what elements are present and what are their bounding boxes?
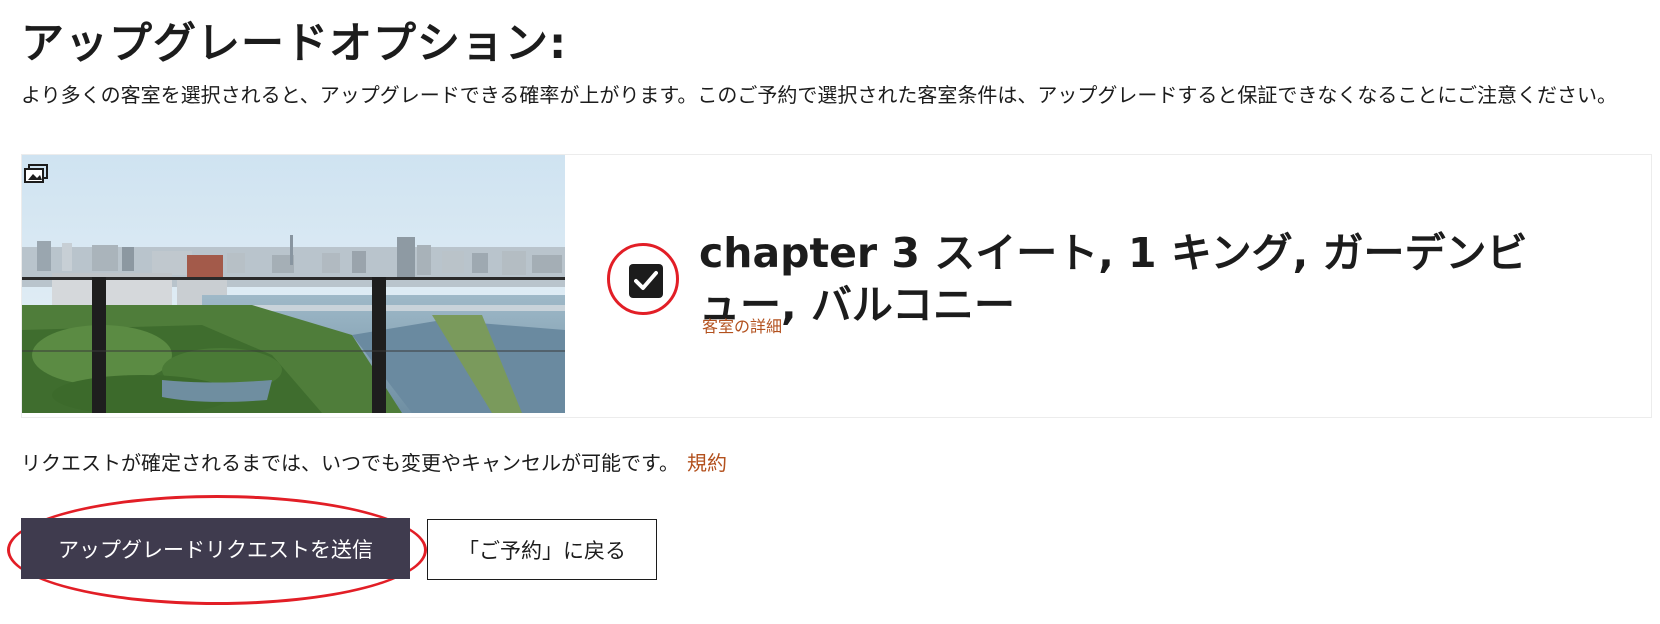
change-cancel-note-text: リクエストが確定されるまでは、いつでも変更やキャンセルが可能です。 [21, 451, 679, 475]
room-details-link[interactable]: 客室の詳細 [702, 313, 782, 337]
room-select-highlight [607, 243, 679, 315]
page-title: アップグレードオプション: [21, 19, 568, 69]
gallery-icon[interactable] [24, 163, 50, 183]
submit-upgrade-request-button[interactable]: アップグレードリクエストを送信 [21, 518, 410, 579]
checkmark-icon [634, 271, 658, 290]
room-select-checkbox[interactable] [629, 264, 663, 298]
back-to-reservation-button[interactable]: 「ご予約」に戻る [427, 519, 657, 580]
room-photo[interactable] [22, 155, 565, 413]
room-view-image [22, 155, 565, 413]
change-cancel-note: リクエストが確定されるまでは、いつでも変更やキャンセルが可能です。 規約 [21, 450, 727, 476]
room-option-card: chapter 3 スイート, 1 キング, ガーデンビュー, バルコニー 客室… [21, 154, 1652, 418]
room-name: chapter 3 スイート, 1 キング, ガーデンビュー, バルコニー [699, 229, 1528, 329]
terms-link[interactable]: 規約 [687, 451, 727, 475]
upgrade-intro-text: より多くの客室を選択されると、アップグレードできる確率が上がります。このご予約で… [21, 83, 1617, 107]
